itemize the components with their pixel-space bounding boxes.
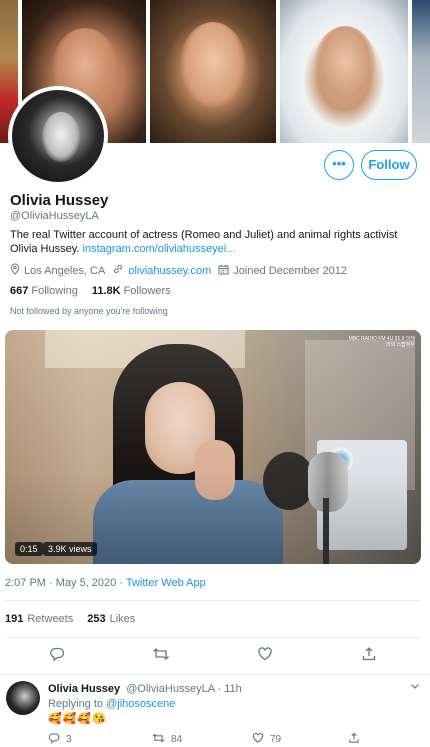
following-label: Following	[31, 285, 78, 297]
following-count: 667	[10, 285, 29, 297]
followers-count: 11.8K	[91, 285, 121, 297]
like-button[interactable]	[254, 646, 276, 668]
avatar-image	[12, 90, 104, 182]
profile-bio: The real Twitter account of actress (Rom…	[10, 228, 420, 256]
reply-share-button[interactable]	[348, 732, 366, 747]
retweets-count: 191	[5, 613, 24, 625]
heart-icon	[258, 647, 272, 661]
share-button[interactable]	[358, 646, 380, 668]
reply-button[interactable]	[46, 646, 68, 668]
reply-text: 🥰🥰🥰😘	[48, 713, 107, 725]
tweet-app-link[interactable]: Twitter Web App	[126, 577, 206, 589]
meta-location: Los Angeles, CA	[10, 263, 105, 278]
more-options-button[interactable]: •••	[324, 150, 354, 180]
reply-icon	[48, 732, 60, 747]
divider	[5, 637, 421, 638]
retweets-label: Retweets	[27, 613, 74, 625]
link-icon	[112, 263, 124, 278]
likes-label: Likes	[109, 613, 136, 625]
tweet-counts: 191 Retweets 253 Likes	[5, 613, 149, 625]
reply-handle-time[interactable]: @OliviaHusseyLA · 11h	[126, 683, 242, 695]
banner-photo-5	[412, 0, 430, 143]
divider	[5, 600, 421, 601]
tweet-time-text[interactable]: 2:07 PM · May 5, 2020 ·	[5, 577, 123, 589]
reply-avatar[interactable]	[6, 681, 40, 715]
reply-like-button[interactable]: 79	[252, 732, 281, 747]
likes-stat[interactable]: 253 Likes	[87, 613, 135, 625]
tweet-actions	[0, 646, 430, 668]
followers-label: Followers	[123, 285, 171, 297]
reply-author-name[interactable]: Olivia Hussey	[48, 683, 120, 695]
reply-retweet-count: 84	[171, 734, 183, 745]
video-overlay-logo: MBC RADIO FM 4U 91.9 이재라의 스탑하우	[348, 336, 415, 348]
retweet-button[interactable]	[150, 646, 172, 668]
retweet-icon	[152, 732, 165, 747]
location-text: Los Angeles, CA	[24, 264, 106, 277]
share-icon	[362, 647, 376, 661]
reply-icon	[50, 647, 65, 662]
meta-joined: Joined December 2012	[218, 264, 347, 278]
reply-retweet-button[interactable]: 84	[152, 732, 182, 747]
chevron-down-icon[interactable]	[410, 682, 420, 693]
profile-meta: Los Angeles, CA oliviahussey.com Joined …	[10, 263, 354, 278]
calendar-icon	[218, 264, 229, 278]
share-icon	[348, 732, 360, 747]
followers-stat[interactable]: 11.8K Followers	[92, 285, 171, 297]
reply-actions: 3 84 79	[48, 732, 428, 746]
location-pin-icon	[10, 263, 20, 278]
profile-handle: @OliviaHusseyLA	[10, 210, 99, 222]
reply-header: Olivia Hussey @OliviaHusseyLA · 11h	[48, 683, 242, 695]
retweet-icon	[153, 648, 169, 660]
banner-photo-3	[150, 0, 276, 143]
profile-stats: 667 Following 11.8K Followers	[10, 285, 185, 297]
likes-count: 253	[87, 613, 106, 625]
video-views: 3.9K views	[43, 542, 97, 556]
tweet-timestamp: 2:07 PM · May 5, 2020 · Twitter Web App	[5, 577, 206, 589]
meta-website[interactable]: oliviahussey.com	[112, 263, 211, 278]
website-link[interactable]: oliviahussey.com	[128, 265, 211, 277]
reply-reply-count: 3	[66, 734, 72, 745]
profile-name: Olivia Hussey	[10, 192, 109, 209]
replying-prefix: Replying to	[48, 698, 104, 710]
profile-avatar[interactable]	[8, 86, 108, 186]
tweet-video[interactable]: MBC RADIO FM 4U 91.9 이재라의 스탑하우 0:15 3.9K…	[5, 330, 421, 564]
follow-button[interactable]: Follow	[361, 150, 417, 180]
banner-photo-4	[280, 0, 408, 143]
replying-to: Replying to @jihososcene	[48, 698, 175, 710]
divider	[0, 674, 430, 675]
replying-to-handle[interactable]: @jihososcene	[106, 698, 175, 710]
heart-icon	[252, 732, 264, 747]
joined-text: Joined December 2012	[233, 264, 348, 277]
video-shade	[5, 330, 421, 564]
video-duration: 0:15	[15, 542, 43, 556]
reply-reply-button[interactable]: 3	[48, 732, 72, 747]
not-followed-notice: Not followed by anyone you're following	[10, 306, 168, 316]
retweets-stat[interactable]: 191 Retweets	[5, 613, 73, 625]
bio-link[interactable]: instagram.com/oliviahusseyei...	[83, 243, 236, 255]
following-stat[interactable]: 667 Following	[10, 285, 78, 297]
reply-like-count: 79	[270, 734, 282, 745]
